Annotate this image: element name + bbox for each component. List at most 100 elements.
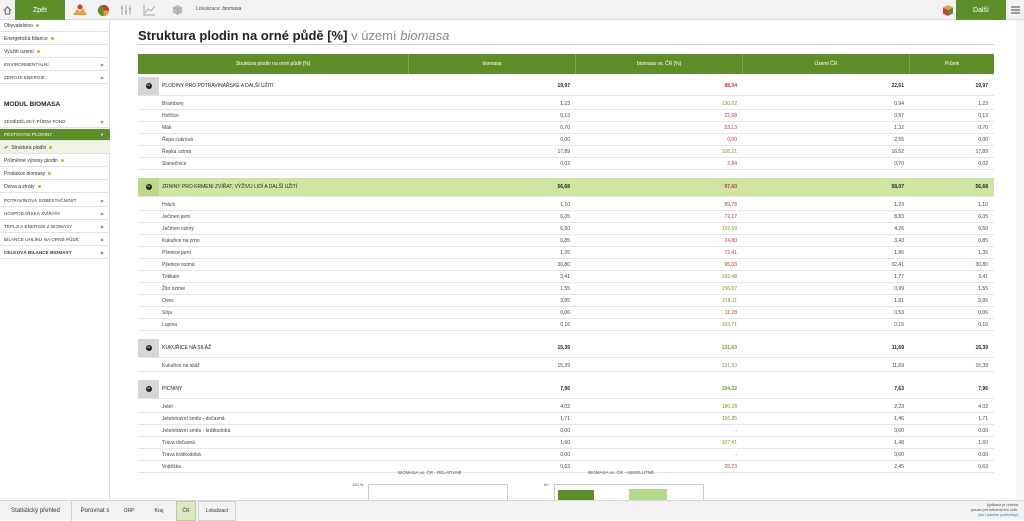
collapse-toggle-icon[interactable]: − [138,339,159,357]
status-dot-icon [37,185,41,188]
collapse-toggle-icon[interactable]: − [138,380,159,398]
statistical-overview-button[interactable]: Statistický přehled [0,501,72,521]
column-header[interactable]: Struktura plodin na orné půdě [%] [138,54,409,74]
sidebar-item-celkova-bilance[interactable]: CELKOVÁ BILANCE BIOMASY ▶ [0,247,110,259]
license-link[interactable]: (viz Licenční podmínky) [971,513,1018,518]
row-value: 72,41 [724,249,737,256]
table-row[interactable]: Pšenice ozimá 30,80 95,03 32,41 30,80 [138,259,994,271]
table-row[interactable]: Jetelotravní směs - krátkodobá 0,00 - 0,00 0… [138,425,994,437]
sidebar-item-zemedelsky-pudni-fond[interactable]: ZEMĚDĚLSKÝ PŮDNÍ FOND ▶ [0,116,110,128]
status-dot-icon [35,24,39,27]
sidebar-item-pestovani-plodiny[interactable]: PĚSTOVÁNÍ PLODINY ▼ [0,129,110,141]
group-row[interactable]: − KUKUŘICE NA SILÁŽ 15,39 131,63 11,69 15,39 [138,339,994,358]
table-row[interactable]: Brambory 1,23 130,62 0,94 1,23 [138,98,994,110]
group-value: 15,39 [975,345,988,351]
pie-chart-icon[interactable] [94,0,112,20]
table-row[interactable]: Mák 0,70 53,13 1,32 0,70 [138,122,994,134]
sidebar-item-hospodarska-zvirata[interactable]: HOSPODÁŘSKÁ ZVÍŘATA ▶ [0,208,110,220]
table-row[interactable]: Pšenice jarní 1,35 72,41 1,86 1,35 [138,247,994,259]
row-value: 1,23 [560,100,570,107]
group-value: 56,68 [975,184,988,190]
table-row[interactable]: Oves 3,95 218,11 1,81 3,95 [138,295,994,307]
title-divider [138,44,994,45]
compare-lokalizaci-button[interactable]: Lokalizací [198,501,236,521]
sliders-icon[interactable] [118,0,134,20]
sidebar-item-teplo-a-energie[interactable]: TEPLO A ENERGIE Z BIOMASY ▶ [0,221,110,233]
sidebar-item-label: Produkce biomasy [4,170,46,177]
table-row[interactable]: Kukuřice na siláž 15,39 131,63 11,69 15,39 [138,360,994,372]
sidebar-item-bilance-uhliku[interactable]: BILANCE UHLÍKU NA ORNÉ PŮDĚ ▶ [0,234,110,246]
table-row[interactable]: Hořčice 0,13 22,68 0,57 0,13 [138,110,994,122]
row-value: 1,60 [560,439,570,446]
table-row[interactable]: Jetelotravní směs - dočasná 1,71 116,85 1,4… [138,413,994,425]
line-chart-icon[interactable] [140,0,158,20]
next-button[interactable]: Další [956,0,1006,20]
group-row[interactable]: − ZRNINY PRO KRMENÍ ZVÍŘAT, VÝŽIVU LIDÍ A… [138,178,994,197]
column-header[interactable]: Průnik [910,54,994,74]
sidebar-item-struktura-plodin[interactable]: ✔ Struktura plodin [0,142,110,154]
column-header[interactable]: biomasa [409,54,576,74]
row-value: 4,02 [560,403,570,410]
collapse-toggle-icon[interactable]: − [138,178,159,196]
home-icon[interactable] [0,0,15,20]
row-label: Kukuřice na siláž [162,362,200,369]
sidebar-item-environmentalni[interactable]: ENVIRONMENTÁLNÍ ▶ [0,59,110,71]
row-value: 1,10 [978,201,988,208]
table-row[interactable]: Hrách 1,10 89,78 1,23 1,10 [138,199,994,211]
sidebar-item-label: ZEMĚDĚLSKÝ PŮDNÍ FOND [4,119,66,124]
table-row[interactable]: Řepka ozimá 17,89 108,21 16,52 17,89 [138,146,994,158]
table-row[interactable]: Jetel 4,02 180,28 2,23 4,02 [138,401,994,413]
table-row[interactable]: Řepa cukrová 0,00 0,00 2,55 0,00 [138,134,994,146]
chevron-right-icon: ▶ [100,119,104,124]
row-value: 16,52 [891,148,904,155]
row-value: 11,69 [891,362,904,369]
table-row[interactable]: Slunečnice 0,02 2,84 0,70 0,02 [138,158,994,170]
collapse-toggle-icon[interactable]: − [138,77,159,95]
compare-orp-button[interactable]: ORP [118,501,140,521]
sidebar-item-label: ENVIRONMENTÁLNÍ [4,62,49,67]
compare-kraj-button[interactable]: Kraj [142,501,176,521]
map-pin-icon[interactable] [70,0,90,20]
table-row[interactable]: Ječmen jarní 6,05 72,17 8,83 6,05 [138,211,994,223]
group-row[interactable]: − PLODINY PRO POTRAVINÁŘSKÉ A DALŠÍ UŽITÍ… [138,77,994,96]
table-row[interactable]: Žito ozimé 1,55 156,87 0,99 1,55 [138,283,994,295]
status-dot-icon [49,146,53,149]
table-row[interactable]: Tritikale 3,41 192,48 1,77 3,41 [138,271,994,283]
sidebar-item-prumerne-vynosy[interactable]: Průměrné výnosy plodin [0,155,110,167]
vertical-scrollbar[interactable] [1016,20,1024,500]
row-value: 107,41 [721,439,737,446]
group-value: 22,61 [891,83,904,89]
row-value: 0,06 [978,309,988,316]
row-value: 2,45 [894,463,904,470]
back-button[interactable]: Zpět [15,0,65,20]
location-prefix: Lokalizace: [196,6,222,12]
row-value: 0,02 [560,160,570,167]
column-header[interactable]: Území ČR [743,54,910,74]
sidebar-item-obyvatelstvo[interactable]: Obyvatelstvo [0,20,110,32]
sidebar-item-osiva-a-ztraty[interactable]: Osiva a ztráty [0,181,110,193]
table-row[interactable]: Ječmen ozimý 6,50 152,59 4,26 6,50 [138,223,994,235]
sidebar-item-zdroje-energie[interactable]: ZDROJE ENERGIE ▶ [0,72,110,84]
compare-cr-button[interactable]: ČR [176,501,196,521]
table-row[interactable]: Tráva dočasná 1,60 107,41 1,48 1,60 [138,437,994,449]
table-row[interactable]: Vojtěška 0,63 25,73 2,45 0,63 [138,461,994,473]
cube-gray-icon[interactable] [170,0,184,20]
sidebar-item-produkce-biomasy[interactable]: Produkce biomasy [0,168,110,180]
hamburger-menu-icon[interactable] [1006,0,1024,20]
group-value: 7,96 [560,386,570,392]
sidebar: Obyvatelstvo Energetická bilance Využití… [0,20,110,500]
sidebar-item-vyuziti-uzemi[interactable]: Využití území [0,46,110,58]
sidebar-item-potravinova-sobestacnost[interactable]: POTRAVINOVÁ SOBĚSTAČNOST ▶ [0,195,110,207]
group-row[interactable]: − PÍCNINY 7,96 104,32 7,63 7,96 [138,380,994,399]
row-value: 0,99 [894,285,904,292]
sidebar-item-energeticka-bilance[interactable]: Energetická bilance [0,33,110,45]
row-label: Vojtěška [162,463,181,470]
column-header[interactable]: biomasa vs. ČR [%] [576,54,743,74]
table-row[interactable]: Tráva krátkodobá 0,00 - 0,00 0,00 [138,449,994,461]
table-row[interactable]: Kukuřice na zrno 0,85 24,80 3,43 0,85 [138,235,994,247]
cube-color-icon[interactable] [940,0,956,20]
table-row[interactable]: Lupina 0,16 103,71 0,15 0,16 [138,319,994,331]
table-row[interactable]: Sója 0,06 11,28 0,53 0,06 [138,307,994,319]
row-value: 0,00 [560,136,570,143]
row-value: 0,13 [560,112,570,119]
